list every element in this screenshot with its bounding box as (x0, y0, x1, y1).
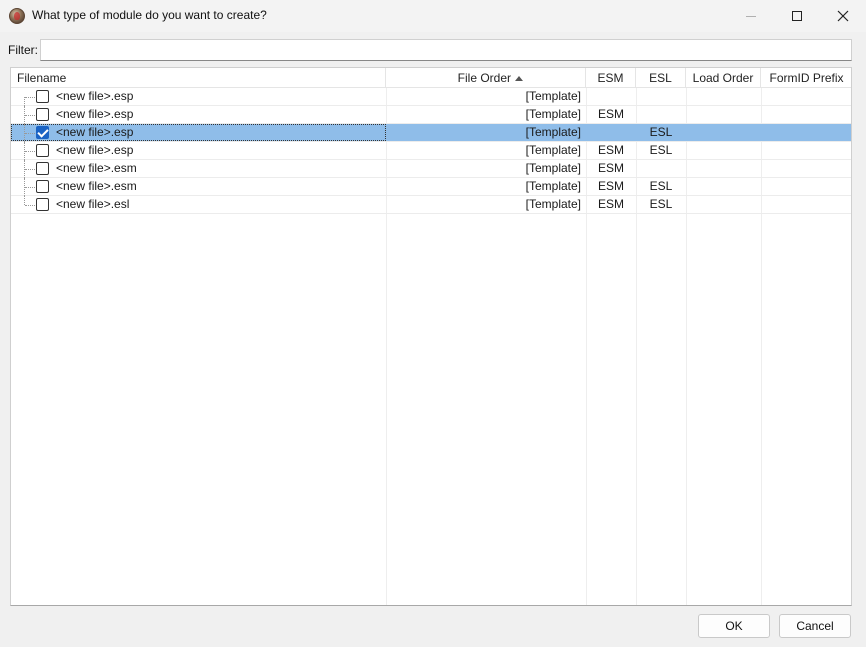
column-header-file-order[interactable]: File Order (386, 68, 586, 88)
checkbox-checked[interactable] (36, 126, 49, 139)
filename-cell[interactable]: <new file>.esm (11, 178, 386, 196)
cancel-button[interactable]: Cancel (779, 614, 851, 638)
load-order-cell (686, 178, 761, 195)
close-icon (837, 10, 849, 22)
window-title: What type of module do you want to creat… (32, 8, 267, 22)
sort-ascending-icon (515, 76, 523, 81)
file-order-cell: [Template] (386, 124, 586, 141)
formid-prefix-cell (761, 178, 851, 195)
load-order-cell (686, 124, 761, 141)
tree-line (24, 97, 25, 106)
filename-text: <new file>.esm (56, 179, 137, 193)
checkbox[interactable] (36, 162, 49, 175)
table-row[interactable]: <new file>.esm [Template] ESM (11, 160, 851, 178)
filename-text: <new file>.esp (56, 89, 134, 103)
esl-cell (636, 88, 686, 105)
table-row[interactable]: <new file>.esm [Template] ESM ESL (11, 178, 851, 196)
checkbox[interactable] (36, 90, 49, 103)
checkbox[interactable] (36, 198, 49, 211)
column-header-filename[interactable]: Filename (11, 68, 386, 88)
tree-line (25, 115, 35, 116)
app-icon (9, 8, 25, 24)
tree-line (25, 133, 35, 134)
checkbox[interactable] (36, 108, 49, 121)
title-bar: What type of module do you want to creat… (0, 0, 866, 32)
filename-text: <new file>.esp (56, 107, 134, 121)
file-order-cell: [Template] (525, 107, 581, 121)
file-order-cell: [Template] (525, 89, 581, 103)
esm-cell: ESM (597, 179, 624, 193)
esm-cell: ESM (597, 107, 624, 121)
load-order-cell (686, 88, 761, 105)
esl-cell: ESL (636, 124, 686, 141)
load-order-cell (686, 196, 761, 213)
filename-cell[interactable]: <new file>.esp (11, 142, 386, 160)
grid-rows: <new file>.esp [Template] <new file>.esp [T… (11, 88, 851, 214)
esl-cell (636, 106, 686, 123)
formid-prefix-cell (761, 124, 851, 141)
file-order-cell: [Template] (525, 197, 581, 211)
ok-button[interactable]: OK (698, 614, 770, 638)
column-header-esl[interactable]: ESL (636, 68, 686, 88)
formid-prefix-cell (761, 160, 851, 177)
filename-text: <new file>.esl (56, 197, 130, 211)
esm-cell: ESM (597, 143, 624, 157)
formid-prefix-cell (761, 88, 851, 105)
table-row[interactable]: <new file>.esp [Template] ESM ESL (11, 142, 851, 160)
tree-line (25, 187, 35, 188)
filename-text: <new file>.esp (56, 143, 134, 157)
close-button[interactable] (820, 0, 866, 32)
checkbox[interactable] (36, 144, 49, 157)
maximize-button[interactable] (774, 0, 820, 32)
file-order-cell: [Template] (525, 143, 581, 157)
file-order-cell: [Template] (525, 179, 581, 193)
esl-cell: ESL (649, 197, 673, 211)
tree-line (25, 97, 35, 98)
filter-label: Filter: (8, 43, 38, 57)
tree-line (25, 205, 35, 206)
load-order-cell (686, 160, 761, 177)
column-header-file-order-label: File Order (457, 71, 511, 85)
esl-cell: ESL (649, 179, 673, 193)
tree-line (24, 196, 25, 205)
table-row[interactable]: <new file>.esp [Template] ESM (11, 106, 851, 124)
filename-text: <new file>.esm (56, 161, 137, 175)
load-order-cell (686, 106, 761, 123)
table-row[interactable]: <new file>.esl [Template] ESM ESL (11, 196, 851, 214)
esl-cell: ESL (649, 143, 673, 157)
filename-cell[interactable]: <new file>.esp (11, 124, 386, 142)
esm-cell: ESM (597, 161, 624, 175)
filename-text: <new file>.esp (56, 125, 134, 139)
tree-line (25, 151, 35, 152)
esm-cell: ESM (597, 197, 624, 211)
minimize-icon (746, 15, 756, 17)
file-order-cell: [Template] (525, 161, 581, 175)
column-header-load-order[interactable]: Load Order (686, 68, 761, 88)
column-header-esm[interactable]: ESM (586, 68, 636, 88)
formid-prefix-cell (761, 196, 851, 213)
maximize-icon (792, 11, 802, 21)
checkbox[interactable] (36, 180, 49, 193)
filename-cell[interactable]: <new file>.esp (11, 106, 386, 124)
filename-cell[interactable]: <new file>.esm (11, 160, 386, 178)
grid-header: Filename File Order ESM ESL Load Order F… (11, 68, 851, 88)
table-row[interactable]: <new file>.esp [Template] (11, 88, 851, 106)
load-order-cell (686, 142, 761, 159)
tree-line (25, 169, 35, 170)
module-grid[interactable]: Filename File Order ESM ESL Load Order F… (10, 67, 852, 606)
filename-cell[interactable]: <new file>.esp (11, 88, 386, 106)
esl-cell (636, 160, 686, 177)
filename-cell[interactable]: <new file>.esl (11, 196, 386, 213)
formid-prefix-cell (761, 106, 851, 123)
esm-cell (586, 88, 636, 105)
minimize-button[interactable] (728, 0, 774, 32)
filter-input[interactable] (40, 39, 852, 61)
table-row[interactable]: <new file>.esp [Template] ESL (11, 124, 851, 142)
formid-prefix-cell (761, 142, 851, 159)
esm-cell (586, 124, 636, 141)
column-header-formid-prefix[interactable]: FormID Prefix (761, 68, 851, 88)
